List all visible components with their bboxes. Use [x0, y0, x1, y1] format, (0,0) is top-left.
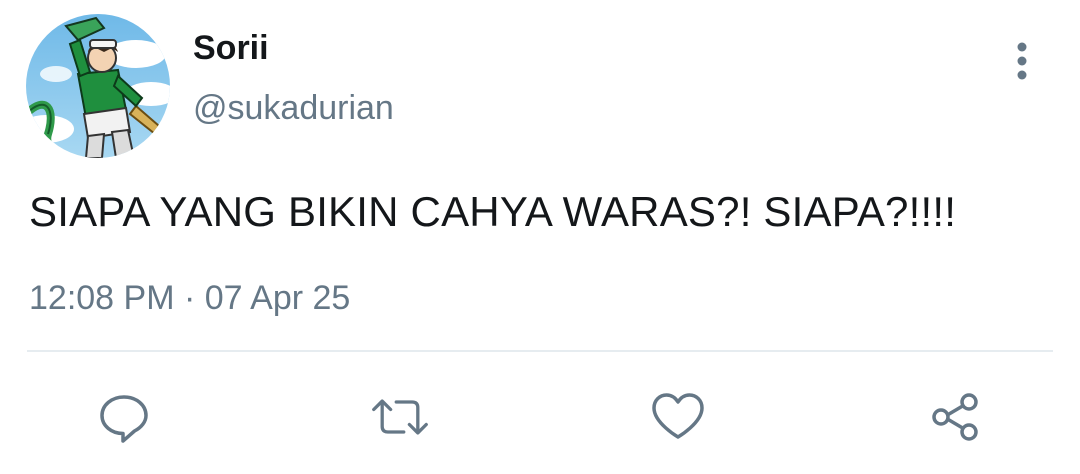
- share-icon: [932, 393, 978, 441]
- retweet-icon: [372, 399, 428, 435]
- more-options-button[interactable]: [1002, 38, 1042, 84]
- divider: [27, 350, 1053, 352]
- display-name[interactable]: Sorii: [193, 28, 269, 68]
- share-button[interactable]: [926, 387, 986, 447]
- heart-icon: [652, 393, 704, 439]
- retweet-button[interactable]: [370, 387, 430, 447]
- tweet-date: 07 Apr 25: [204, 279, 351, 317]
- avatar[interactable]: [26, 14, 170, 158]
- tweet-timestamp: 12:08 PM · 07 Apr 25: [29, 278, 350, 318]
- tweet-text: SIAPA YANG BIKIN CAHYA WARAS?! SIAPA?!!!…: [29, 188, 957, 235]
- tweet-time: 12:08 PM: [29, 279, 175, 317]
- avatar-image: [26, 14, 170, 158]
- like-button[interactable]: [648, 387, 708, 447]
- reply-icon: [100, 395, 148, 443]
- timestamp-separator: ·: [183, 279, 196, 317]
- user-handle[interactable]: @sukadurian: [193, 88, 394, 128]
- more-vertical-icon: [1017, 42, 1027, 80]
- reply-button[interactable]: [94, 387, 154, 447]
